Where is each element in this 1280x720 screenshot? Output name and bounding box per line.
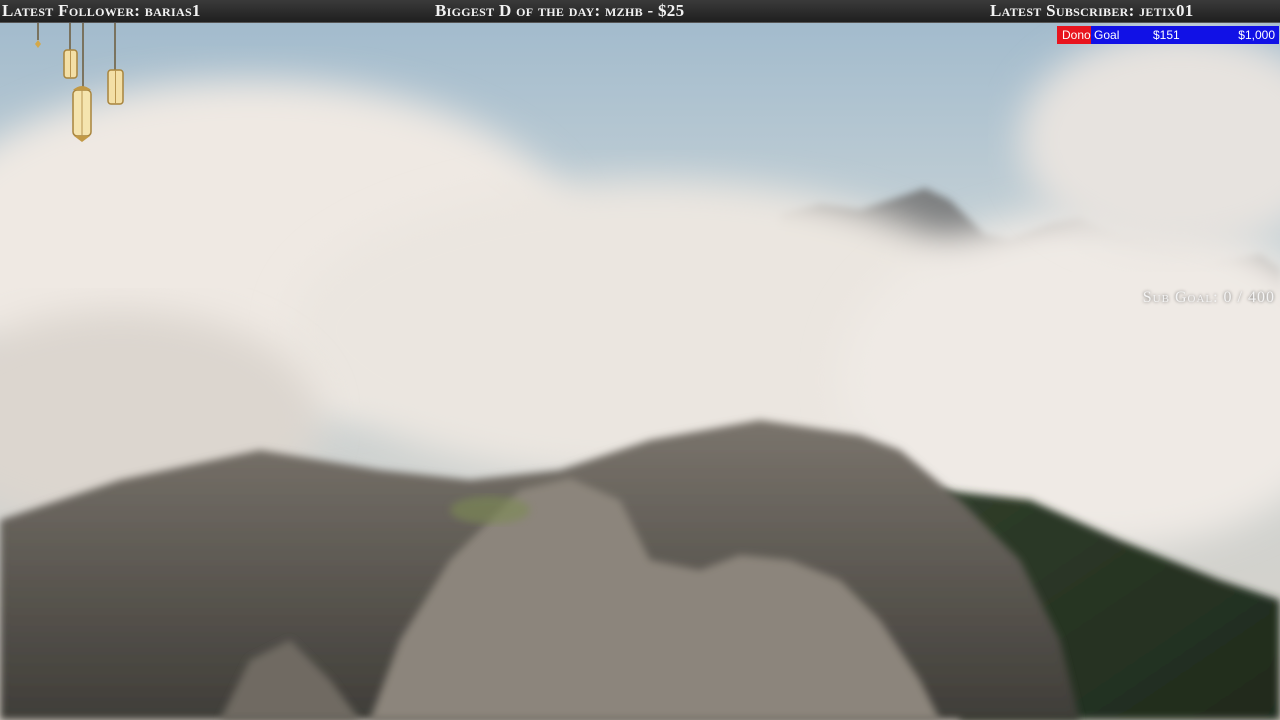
background-mountain-scene [0, 0, 1280, 720]
lantern-1 [63, 49, 78, 79]
hanging-lanterns-icon [35, 22, 124, 142]
biggest-donation-text: Biggest D of the day: mzhb - $25 [435, 1, 685, 20]
latest-follower-text: Latest Follower: barias1 [2, 1, 201, 20]
sub-goal-text: Sub Goal: 0 / 400 [1142, 289, 1275, 306]
donation-goal-label: Dono Goal [1062, 28, 1120, 42]
latest-subscriber-text: Latest Subscriber: jetix01 [990, 1, 1194, 20]
donation-goal-target: $1,000 [1238, 28, 1275, 42]
donation-goal-bar: Dono Goal $151 $1,000 [1057, 26, 1279, 44]
lantern-3 [107, 69, 124, 105]
donation-goal-current: $151 [1153, 28, 1180, 42]
stream-info-bar: Latest Follower: barias1 Biggest D of th… [0, 0, 1280, 23]
lantern-2 [72, 86, 92, 142]
